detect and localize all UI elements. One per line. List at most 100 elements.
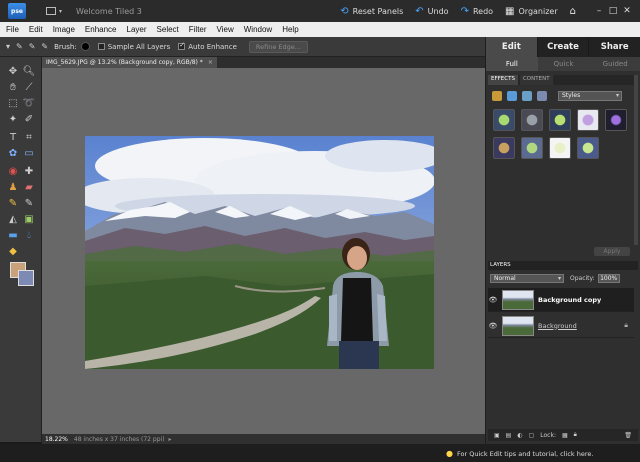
menu-edit[interactable]: Edit	[29, 25, 43, 34]
layer-styles-icon[interactable]	[507, 91, 517, 101]
undo-button[interactable]: ↶ Undo	[415, 6, 448, 17]
maximize-icon[interactable]: □	[606, 6, 620, 16]
mask-icon[interactable]: ▢	[529, 432, 535, 439]
opacity-input[interactable]: 100%	[597, 273, 620, 283]
eye-icon[interactable]: 👁︎	[488, 322, 498, 330]
document-tab[interactable]: IMG_5629.JPG @ 13.2% (Background copy, R…	[42, 57, 217, 68]
new-group-icon[interactable]: ▤	[506, 432, 512, 439]
menu-image[interactable]: Image	[53, 25, 75, 34]
eyedropper-tool-icon[interactable]: ⟋	[22, 81, 36, 95]
reset-panels-button[interactable]: ⟲ Reset Panels	[340, 6, 403, 17]
tool-preset-icon[interactable]: ▾	[6, 42, 10, 51]
menu-filter[interactable]: Filter	[189, 25, 207, 34]
move-tool-icon[interactable]: ✥	[6, 65, 20, 79]
eraser-tool-icon[interactable]: ▰	[22, 181, 36, 195]
effect-thumbnail[interactable]	[521, 137, 543, 159]
background-color-swatch[interactable]	[18, 270, 34, 286]
blend-mode-select[interactable]: Normal	[490, 273, 564, 283]
redo-button[interactable]: ↷ Redo	[461, 6, 493, 17]
quick-selection-subtract-icon[interactable]: ✎	[41, 42, 48, 51]
blur-tool-icon[interactable]: 💧︎	[22, 229, 36, 243]
shape-tool-icon[interactable]: ▬	[6, 229, 20, 243]
zoom-level[interactable]: 18.22%	[45, 436, 68, 443]
auto-enhance-checkbox[interactable]	[178, 41, 186, 50]
clone-stamp-tool-icon[interactable]: ♟	[6, 181, 20, 195]
tab-share[interactable]: Share	[589, 37, 640, 57]
document-tab-title: IMG_5629.JPG @ 13.2% (Background copy, R…	[46, 59, 203, 66]
menu-help[interactable]: Help	[282, 25, 298, 34]
sponge-tool-icon[interactable]: ◆	[6, 245, 20, 259]
gradient-tool-icon[interactable]: ▣	[22, 213, 36, 227]
tab-edit[interactable]: Edit	[486, 37, 538, 57]
effect-thumbnail[interactable]	[549, 109, 571, 131]
crop-tool-icon[interactable]: ⌗	[22, 131, 36, 145]
menu-layer[interactable]: Layer	[127, 25, 147, 34]
straighten-tool-icon[interactable]: ▭	[22, 147, 36, 161]
lasso-tool-icon[interactable]: ➰	[22, 97, 36, 111]
effect-thumbnail[interactable]	[493, 109, 515, 131]
effect-thumbnail[interactable]	[493, 137, 515, 159]
tab-effects[interactable]: EFFECTS	[488, 75, 518, 85]
quick-tips-link[interactable]: ● For Quick Edit tips and tutorial, clic…	[446, 449, 593, 458]
spot-healing-tool-icon[interactable]: ✚	[22, 165, 36, 179]
chevron-down-icon[interactable]: ▾	[59, 8, 62, 15]
layer-row[interactable]: 👁︎ Background copy	[488, 288, 634, 312]
photo-effects-icon[interactable]	[522, 91, 532, 101]
lock-all-icon[interactable]: 🔒︎	[574, 431, 577, 439]
marquee-tool-icon[interactable]: ⬚	[6, 97, 20, 111]
zoom-tool-icon[interactable]: 🔍︎	[22, 65, 36, 79]
tab-guided[interactable]: Guided	[589, 57, 640, 71]
menu-window[interactable]: Window	[244, 25, 272, 34]
status-menu-icon[interactable]: ▸	[169, 436, 172, 443]
effect-thumbnail[interactable]	[605, 109, 627, 131]
tab-content[interactable]: CONTENT	[519, 75, 553, 85]
adjustment-layer-icon[interactable]: ◐	[517, 432, 522, 439]
lock-transparency-icon[interactable]: ▦	[562, 432, 568, 439]
close-icon[interactable]: ✕	[620, 6, 634, 16]
effect-thumbnail[interactable]	[577, 109, 599, 131]
filters-icon[interactable]	[492, 91, 502, 101]
quick-selection-add-icon[interactable]: ✎	[29, 42, 36, 51]
effect-thumbnail[interactable]	[521, 109, 543, 131]
quick-selection-tool-icon[interactable]: ✐	[22, 113, 36, 127]
tab-create[interactable]: Create	[537, 37, 590, 57]
sample-all-layers-checkbox[interactable]	[97, 43, 105, 50]
refine-edge-button[interactable]: Refine Edge...	[248, 40, 308, 53]
quick-selection-new-icon[interactable]: ✎	[16, 42, 23, 51]
tab-full[interactable]: Full	[486, 57, 538, 71]
menu-select[interactable]: Select	[157, 25, 179, 34]
layer-name[interactable]: Background	[538, 322, 577, 330]
canvas-area[interactable]	[42, 68, 485, 434]
hand-tool-icon[interactable]: ✋︎	[6, 81, 20, 95]
menu-file[interactable]: File	[6, 25, 19, 34]
minimize-icon[interactable]: –	[592, 6, 606, 16]
window-layout-icon[interactable]	[46, 7, 56, 15]
magic-wand-tool-icon[interactable]: ✦	[6, 113, 20, 127]
red-eye-tool-icon[interactable]: ◉	[6, 165, 20, 179]
close-icon[interactable]: ×	[208, 59, 213, 66]
trash-icon[interactable]: 🗑︎	[624, 432, 632, 439]
brush-picker[interactable]	[80, 42, 90, 51]
apply-button[interactable]: Apply	[594, 247, 630, 256]
window-controls: – □ ✕	[592, 6, 634, 16]
layer-row[interactable]: 👁︎ Background 🔒︎	[488, 314, 634, 338]
photo-image[interactable]	[85, 136, 434, 369]
smart-brush-tool-icon[interactable]: ✎	[22, 197, 36, 211]
paint-bucket-tool-icon[interactable]: ◭	[6, 213, 20, 227]
menu-enhance[interactable]: Enhance	[85, 25, 117, 34]
menu-view[interactable]: View	[217, 25, 234, 34]
effect-thumbnail[interactable]	[549, 137, 571, 159]
effect-thumbnail[interactable]	[577, 137, 599, 159]
effects-scrollbar[interactable]	[634, 75, 638, 245]
all-effects-icon[interactable]	[537, 91, 547, 101]
tab-quick[interactable]: Quick	[538, 57, 590, 71]
organizer-button[interactable]: ▦ Organizer	[505, 6, 558, 17]
style-category-select[interactable]: Styles	[558, 91, 622, 101]
type-tool-icon[interactable]: T	[6, 131, 20, 145]
new-layer-icon[interactable]: ▣	[494, 432, 500, 439]
brush-tool-icon[interactable]: ✎	[6, 197, 20, 211]
layer-name[interactable]: Background copy	[538, 296, 601, 304]
home-button[interactable]: ⌂	[570, 6, 580, 17]
cookie-cutter-tool-icon[interactable]: ✿	[6, 147, 20, 161]
eye-icon[interactable]: 👁︎	[488, 296, 498, 304]
